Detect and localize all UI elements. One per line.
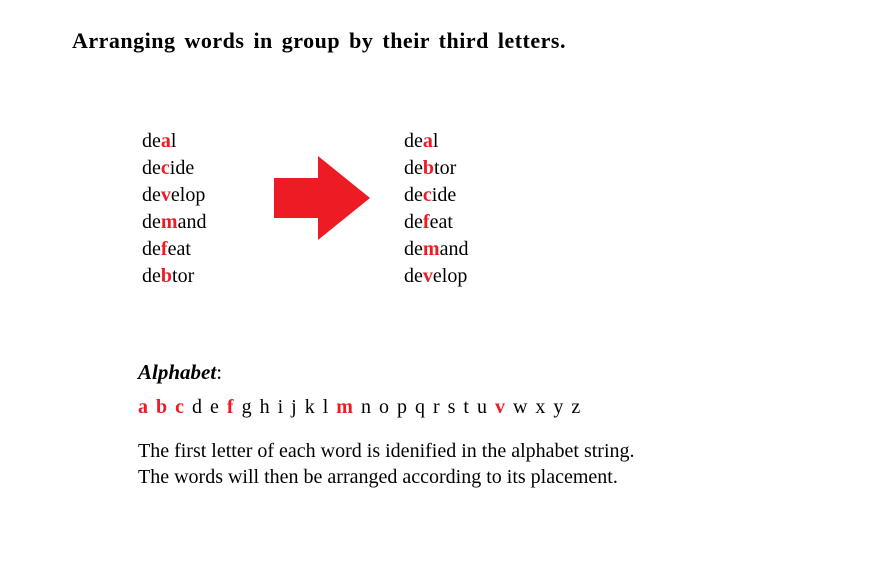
sorted-word-list: dealdebtordecidedefeatdemanddevelop xyxy=(404,128,468,290)
alphabet-letter: u xyxy=(477,396,487,419)
arrow-right-icon xyxy=(268,150,376,251)
word-suffix: l xyxy=(171,130,177,152)
word-prefix: de xyxy=(142,238,161,260)
word-item: develop xyxy=(404,263,468,290)
word-item: demand xyxy=(404,236,468,263)
alphabet-letter: r xyxy=(433,396,440,419)
alphabet-heading-colon: : xyxy=(216,360,222,384)
word-highlight-letter: b xyxy=(161,265,172,287)
alphabet-letter: q xyxy=(415,396,425,419)
word-suffix: and xyxy=(440,238,469,260)
word-highlight-letter: c xyxy=(423,184,432,206)
word-item: debtor xyxy=(142,263,206,290)
alphabet-letter: p xyxy=(397,396,407,419)
word-prefix: de xyxy=(142,130,161,152)
word-suffix: l xyxy=(433,130,439,152)
word-suffix: tor xyxy=(434,157,456,179)
word-suffix: elop xyxy=(433,265,467,287)
page-title: Arranging words in group by their third … xyxy=(72,28,566,54)
word-item: defeat xyxy=(404,209,468,236)
word-item: debtor xyxy=(404,155,468,182)
alphabet-letter: j xyxy=(291,396,297,419)
alphabet-string: abcdefghijklmnopqrstuvwxyz xyxy=(138,396,588,419)
alphabet-letter: d xyxy=(192,396,202,419)
word-prefix: de xyxy=(142,184,161,206)
word-prefix: de xyxy=(404,238,423,260)
alphabet-heading-text: Alphabet xyxy=(138,360,216,384)
word-suffix: ide xyxy=(432,184,456,206)
word-item: defeat xyxy=(142,236,206,263)
alphabet-letter: t xyxy=(463,396,469,419)
word-highlight-letter: a xyxy=(161,130,171,152)
unsorted-word-list: dealdecidedevelopdemanddefeatdebtor xyxy=(142,128,206,290)
word-prefix: de xyxy=(404,211,423,233)
word-suffix: eat xyxy=(430,211,453,233)
word-highlight-letter: b xyxy=(423,157,434,179)
alphabet-letter: s xyxy=(448,396,456,419)
alphabet-letter: h xyxy=(260,396,270,419)
alphabet-letter: o xyxy=(379,396,389,419)
alphabet-letter: y xyxy=(553,396,563,419)
alphabet-letter: c xyxy=(175,396,184,419)
word-prefix: de xyxy=(142,265,161,287)
word-suffix: ide xyxy=(170,157,194,179)
word-prefix: de xyxy=(404,130,423,152)
alphabet-letter: v xyxy=(495,396,505,419)
word-item: decide xyxy=(142,155,206,182)
alphabet-letter: f xyxy=(227,396,234,419)
alphabet-letter: b xyxy=(156,396,167,419)
word-suffix: elop xyxy=(171,184,205,206)
word-prefix: de xyxy=(142,157,161,179)
alphabet-letter: n xyxy=(361,396,371,419)
alphabet-letter: l xyxy=(323,396,329,419)
explanation-text: The first letter of each word is idenifi… xyxy=(138,438,658,490)
word-highlight-letter: v xyxy=(161,184,171,206)
word-highlight-letter: m xyxy=(161,211,178,233)
alphabet-letter: a xyxy=(138,396,148,419)
word-suffix: tor xyxy=(172,265,194,287)
word-highlight-letter: c xyxy=(161,157,170,179)
word-item: decide xyxy=(404,182,468,209)
alphabet-letter: g xyxy=(242,396,252,419)
word-highlight-letter: f xyxy=(161,238,168,260)
word-item: develop xyxy=(142,182,206,209)
word-item: demand xyxy=(142,209,206,236)
alphabet-heading: Alphabet: xyxy=(138,360,222,385)
word-prefix: de xyxy=(142,211,161,233)
alphabet-letter: m xyxy=(336,396,353,419)
word-highlight-letter: f xyxy=(423,211,430,233)
alphabet-letter: x xyxy=(535,396,545,419)
word-suffix: and xyxy=(178,211,207,233)
word-item: deal xyxy=(404,128,468,155)
alphabet-letter: w xyxy=(513,396,527,419)
word-highlight-letter: m xyxy=(423,238,440,260)
alphabet-letter: i xyxy=(278,396,284,419)
alphabet-letter: z xyxy=(571,396,580,419)
alphabet-letter: k xyxy=(305,396,315,419)
alphabet-letter: e xyxy=(210,396,219,419)
word-prefix: de xyxy=(404,184,423,206)
word-prefix: de xyxy=(404,265,423,287)
word-highlight-letter: v xyxy=(423,265,433,287)
word-highlight-letter: a xyxy=(423,130,433,152)
word-suffix: eat xyxy=(168,238,191,260)
word-item: deal xyxy=(142,128,206,155)
word-prefix: de xyxy=(404,157,423,179)
